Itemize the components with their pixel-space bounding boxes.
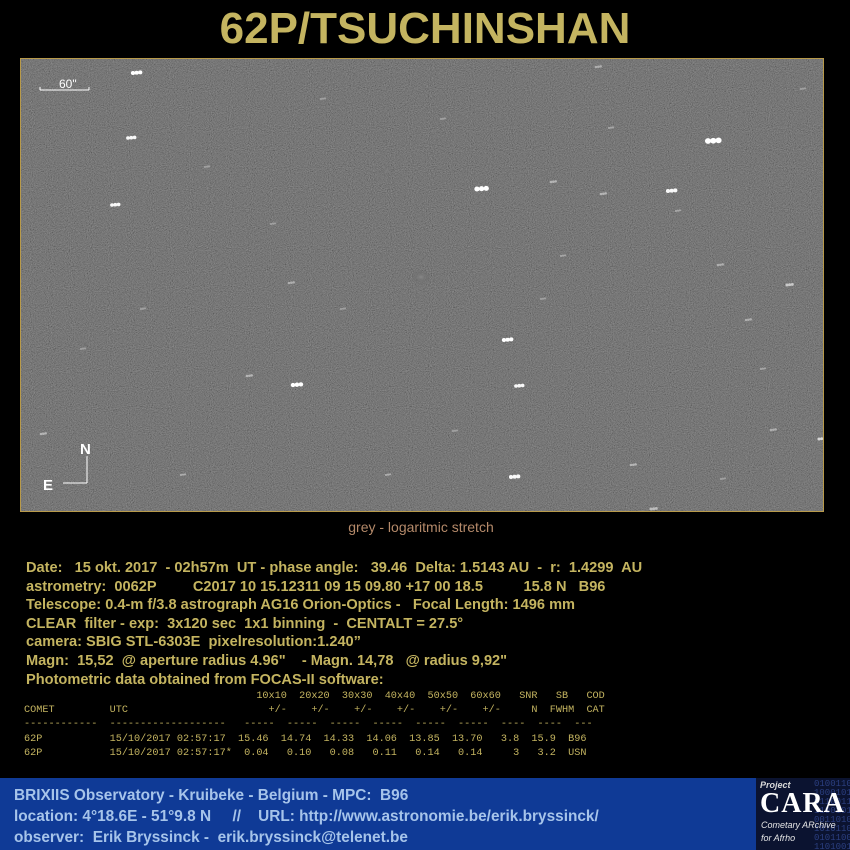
star [508,474,521,479]
star [665,188,678,193]
stretch-caption: grey - logaritmic stretch [348,519,494,535]
photometry-header-columns: COMET UTC +/- +/- +/- +/- +/- +/- N FWHM… [24,705,605,717]
star [514,383,525,388]
info-magnitude-line: Magn: 15,52 @ aperture radius 4.96" - Ma… [26,652,508,669]
photometry-header-apertures: 10x10 20x20 30x30 40x40 50x50 60x60 SNR … [24,691,605,702]
comet-nucleus [411,270,431,284]
info-date-line: Date: 15 okt. 2017 - 02h57m UT - phase a… [26,560,643,576]
info-photometry-heading: Photometric data obtained from FOCAS-II … [26,671,384,688]
star [704,137,722,144]
star [290,382,304,388]
logo-subtitle-1: Cometary ARchive [761,820,836,830]
photometry-row-errors: 62P 15/10/2017 02:57:17* 0.04 0.10 0.08 … [24,747,587,759]
photometry-separator: ------------ ------------------- ----- -… [24,719,593,731]
footer-bar: BRIXIIS Observatory - Kruibeke - Belgium… [0,778,850,850]
logo-subtitle-2: for Afrho [761,833,796,843]
star [110,202,121,207]
footer-observer: observer: Erik Bryssinck - erik.bryssinc… [14,829,408,846]
cara-logo: 01001100 10001011 01100110 11001010 0011… [756,778,850,850]
observation-info: Date: 15 okt. 2017 - 02h57m UT - phase a… [26,559,836,689]
logo-name: CARA [760,788,845,819]
comet-image-frame: 60" N E [20,58,824,512]
star-field-image: 60" N E [21,59,823,511]
compass-north-label: N [80,441,91,458]
info-filter-line: CLEAR filter - exp: 3x120 sec 1x1 binnin… [26,615,464,632]
scale-bar-label: 60" [59,77,77,91]
page-title: 62P/TSUCHINSHAN [219,4,631,53]
info-astrometry-line: astrometry: 0062P C2017 10 15.12311 09 1… [26,578,606,595]
star [501,337,514,342]
compass-east-label: E [43,477,53,494]
footer-observatory: BRIXIIS Observatory - Kruibeke - Belgium… [14,787,409,804]
footer-location-url: location: 4°18.6E - 51°9.8 N // URL: htt… [14,808,599,825]
star [126,135,137,140]
faint-galaxy [379,166,395,176]
info-telescope-line: Telescope: 0.4-m f/3.8 astrograph AG16 O… [26,597,576,614]
photometry-table: 10x10 20x20 30x30 40x40 50x50 60x60 SNR … [24,690,605,761]
photometry-row-magnitudes: 62P 15/10/2017 02:57:17 15.46 14.74 14.3… [24,733,587,745]
star [130,70,143,75]
info-camera-line: camera: SBIG STL-6303E pixelresolution:1… [26,634,361,651]
star [474,185,489,192]
